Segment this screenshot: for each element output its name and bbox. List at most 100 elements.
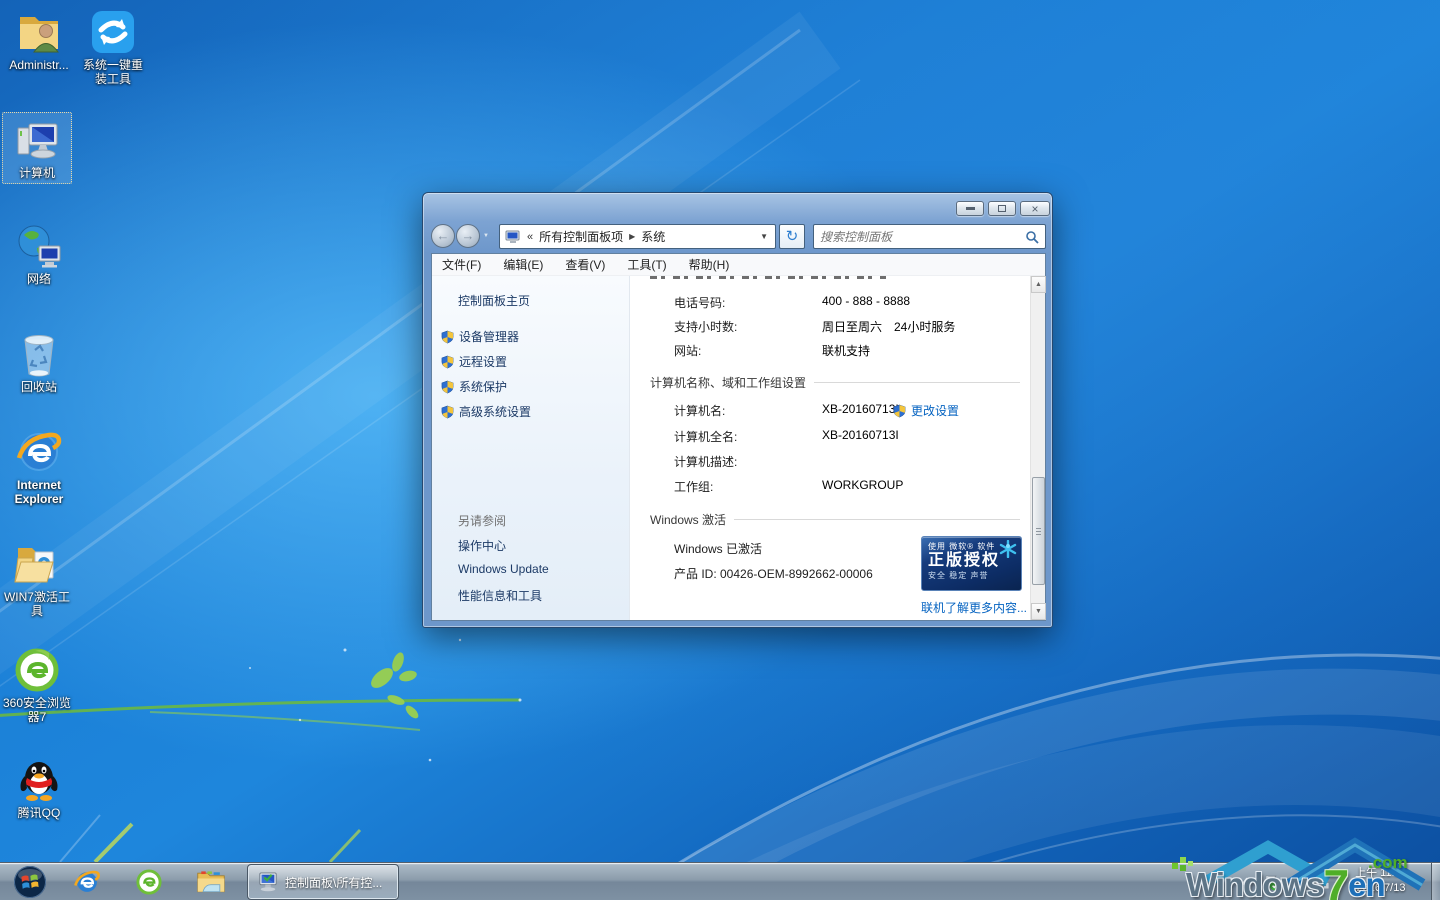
menu-view[interactable]: 查看(V) xyxy=(565,256,605,273)
maximize-glyph xyxy=(998,205,1006,212)
desktop-icon-network[interactable]: 网络 xyxy=(4,222,74,286)
window-body: 控制面板主页 设备管理器 远程设置 系统保护 高级系统设置 另请参阅 操作中心 … xyxy=(432,276,1045,620)
taskbar: 控制面板\所有控... 上午 11:25 2016/7/13 xyxy=(0,862,1440,900)
desktop-icon-reinstall-tool[interactable]: 系统一键重 装工具 xyxy=(78,8,148,86)
desktop: Administr... 系统一键重 装工具 计算机 xyxy=(0,0,1440,900)
section-rule xyxy=(734,519,1020,520)
taskbar-clock[interactable]: 上午 11:25 2016/7/13 xyxy=(1336,866,1426,896)
row-value: XB-20160713I xyxy=(822,402,899,416)
computer-icon xyxy=(13,116,61,164)
forward-button[interactable]: → xyxy=(456,224,480,248)
icon-label: 360安全浏览 器7 xyxy=(2,696,72,724)
sidebar-performance-tools[interactable]: 性能信息和工具 xyxy=(458,587,542,604)
uac-shield-icon xyxy=(441,355,454,369)
windows-activation-section-header: Windows 激活 xyxy=(650,511,1020,528)
row-label: 计算机描述: xyxy=(674,453,737,470)
icon-label: 腾讯QQ xyxy=(4,806,74,820)
thumb-grip xyxy=(1036,531,1041,532)
learn-more-online-link[interactable]: 联机了解更多内容... xyxy=(921,599,1027,616)
show-hidden-icons-button[interactable] xyxy=(1238,874,1255,891)
row-label: 电话号码: xyxy=(674,294,725,311)
windows-start-orb-icon xyxy=(13,865,47,899)
row-value: 400 - 888 - 8888 xyxy=(822,294,910,308)
icon-label: 网络 xyxy=(4,272,74,286)
uac-shield-icon xyxy=(441,380,454,394)
menu-help[interactable]: 帮助(H) xyxy=(689,256,730,273)
desktop-icon-qq[interactable]: 腾讯QQ xyxy=(4,756,74,820)
scroll-down-button[interactable]: ▼ xyxy=(1031,603,1046,620)
online-support-link[interactable]: 联机支持 xyxy=(822,342,870,359)
volume-icon[interactable] xyxy=(1288,874,1305,891)
desktop-icon-recycle-bin[interactable]: 回收站 xyxy=(4,330,74,394)
recent-pages-dropdown[interactable]: ▼ xyxy=(483,233,489,239)
active-task-label: 控制面板\所有控... xyxy=(285,874,382,891)
vertical-scrollbar[interactable]: ▲ ▼ xyxy=(1030,276,1045,620)
minimize-button[interactable] xyxy=(956,201,984,216)
icon-label: Administr... xyxy=(4,58,74,72)
icon-label: 回收站 xyxy=(4,380,74,394)
badge-star-icon xyxy=(999,540,1017,558)
back-button[interactable]: ← xyxy=(431,224,455,248)
action-center-icon[interactable] xyxy=(1263,874,1280,891)
360-browser-icon xyxy=(13,646,61,694)
scroll-up-icon: ▲ xyxy=(1035,281,1042,288)
uac-shield-icon xyxy=(441,405,454,419)
qq-penguin-icon xyxy=(15,756,63,804)
sidebar-device-manager[interactable]: 设备管理器 xyxy=(441,328,519,345)
sidebar-system-protection[interactable]: 系统保护 xyxy=(441,378,507,395)
maximize-button[interactable] xyxy=(988,201,1016,216)
scrollbar-thumb[interactable] xyxy=(1032,477,1045,585)
menu-file[interactable]: 文件(F) xyxy=(442,256,481,273)
address-bar[interactable]: « 所有控制面板项 ▶ 系统 ▼ xyxy=(499,224,776,249)
taskbar-360-browser-button[interactable] xyxy=(126,865,172,899)
network-icon xyxy=(15,222,63,270)
row-label: 网站: xyxy=(674,342,701,359)
back-icon: ← xyxy=(437,228,450,243)
address-dropdown-icon[interactable]: ▼ xyxy=(753,232,775,241)
sidebar-action-center[interactable]: 操作中心 xyxy=(458,537,506,554)
breadcrumb-all-control-panel-items[interactable]: 所有控制面板项 xyxy=(535,228,627,245)
sidebar-link-label: 远程设置 xyxy=(459,355,507,369)
row-value: XB-20160713I xyxy=(822,428,899,442)
taskbar-ie-button[interactable] xyxy=(64,865,110,899)
taskbar-active-window-control-panel[interactable]: 控制面板\所有控... xyxy=(248,865,398,899)
show-desktop-button[interactable] xyxy=(1431,863,1440,900)
uac-shield-icon xyxy=(893,404,906,418)
crumb-separator-icon[interactable]: ▶ xyxy=(627,232,637,241)
search-input[interactable] xyxy=(814,230,1025,244)
network-icon[interactable] xyxy=(1313,874,1330,891)
navigation-bar: ← → ▼ « 所有控制面板项 ▶ 系统 ▼ ↻ xyxy=(423,221,1052,253)
menu-tools[interactable]: 工具(T) xyxy=(627,256,666,273)
desktop-icon-360-browser[interactable]: 360安全浏览 器7 xyxy=(2,646,72,724)
icon-label: WIN7激活工 具 xyxy=(2,590,72,618)
sidebar: 控制面板主页 设备管理器 远程设置 系统保护 高级系统设置 另请参阅 操作中心 … xyxy=(432,276,630,620)
sidebar-remote-settings[interactable]: 远程设置 xyxy=(441,353,507,370)
desktop-icon-computer[interactable]: 计算机 xyxy=(2,112,72,184)
change-settings-link[interactable]: 更改设置 xyxy=(893,402,959,419)
breadcrumb-system[interactable]: 系统 xyxy=(637,228,669,245)
start-button[interactable] xyxy=(4,865,56,899)
window-content: 文件(F) 编辑(E) 查看(V) 工具(T) 帮助(H) 控制面板主页 设备管… xyxy=(431,253,1046,621)
see-also-header: 另请参阅 xyxy=(458,512,506,529)
crumb-overflow-chevron[interactable]: « xyxy=(525,231,535,243)
recycle-bin-icon xyxy=(15,330,63,378)
scroll-up-button[interactable]: ▲ xyxy=(1031,276,1046,293)
sidebar-windows-update[interactable]: Windows Update xyxy=(458,562,549,576)
system-window-icon xyxy=(257,872,279,892)
forward-icon: → xyxy=(462,228,475,243)
ie-icon xyxy=(73,868,101,896)
search-icon[interactable] xyxy=(1025,230,1039,244)
swap-arrows-icon xyxy=(89,8,137,56)
sidebar-advanced-settings[interactable]: 高级系统设置 xyxy=(441,403,531,420)
desktop-icon-win7-activation-tool[interactable]: WIN7激活工 具 xyxy=(2,540,72,618)
sidebar-control-panel-home[interactable]: 控制面板主页 xyxy=(458,292,530,309)
user-folder-icon xyxy=(15,8,63,56)
desktop-icon-internet-explorer[interactable]: Internet Explorer xyxy=(4,428,74,506)
product-id: 产品 ID: 00426-OEM-8992662-00006 xyxy=(674,565,873,582)
desktop-icon-administrator[interactable]: Administr... xyxy=(4,8,74,72)
menu-edit[interactable]: 编辑(E) xyxy=(503,256,543,273)
close-button[interactable]: × xyxy=(1020,201,1050,216)
search-box xyxy=(813,224,1046,249)
refresh-button[interactable]: ↻ xyxy=(779,224,805,249)
taskbar-explorer-button[interactable] xyxy=(188,865,234,899)
